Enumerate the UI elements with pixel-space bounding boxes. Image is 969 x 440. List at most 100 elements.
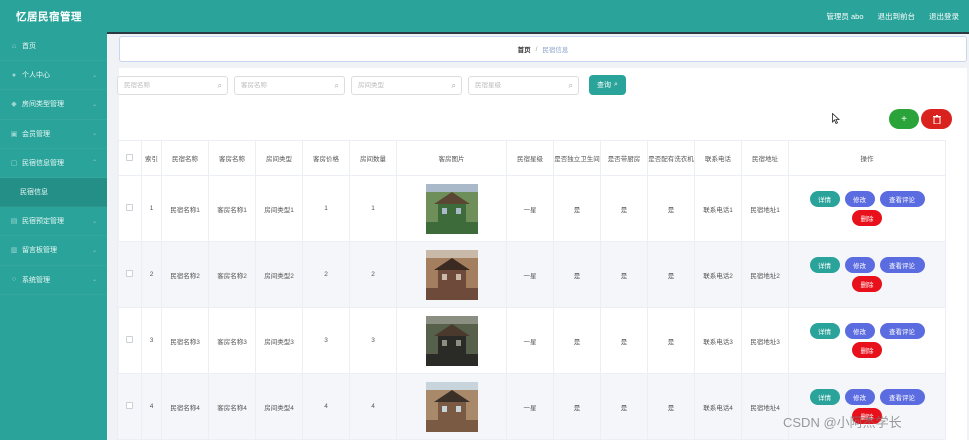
cell-phone: 联系电话4 — [694, 373, 742, 440]
breadcrumb-separator: / — [535, 45, 538, 53]
sidebar: ⌂ 首页 ● 个人中心 ⌄ ◆ 房间类型管理 ⌄ ▣ 会员管理 ⌄ ▢ 民宿信息… — [0, 32, 107, 440]
cell-washer: 是 — [647, 373, 695, 440]
header-select[interactable] — [117, 140, 142, 176]
edit-button[interactable]: 修改 — [844, 389, 875, 405]
cell-price: 1 — [302, 175, 350, 242]
sidebar-item-messages[interactable]: ▥ 留言板管理 ⌄ — [0, 236, 107, 266]
detail-button[interactable]: 详情 — [809, 389, 840, 405]
add-button[interactable]: + — [889, 109, 919, 129]
sidebar-item-label: 个人中心 — [22, 72, 50, 80]
delete-button[interactable]: 删除 — [852, 342, 882, 358]
cell-address: 民宿地址4 — [741, 373, 789, 440]
row-select[interactable] — [117, 241, 142, 308]
edit-button[interactable]: 修改 — [844, 323, 875, 339]
column-header: 客房图片 — [396, 140, 507, 176]
sidebar-item-system[interactable]: ○ 系统管理 ⌄ — [0, 266, 107, 295]
search-input[interactable] — [241, 81, 331, 89]
cell-address: 民宿地址2 — [741, 241, 789, 308]
cell-actions: 详情 修改 查看评论 删除 — [788, 241, 946, 308]
sidebar-item-room-types[interactable]: ◆ 房间类型管理 ⌄ — [0, 90, 107, 120]
sidebar-item-profile[interactable]: ● 个人中心 ⌄ — [0, 61, 107, 91]
row-checkbox[interactable] — [126, 336, 133, 343]
room-photo — [425, 249, 478, 300]
search-field-type[interactable]: ⌕ — [351, 75, 462, 95]
delete-button[interactable]: 删除 — [852, 276, 882, 292]
search-field-name[interactable]: ⌕ — [117, 75, 228, 95]
cell-photo — [396, 373, 507, 440]
detail-button[interactable]: 详情 — [809, 257, 840, 273]
sidebar-item-members[interactable]: ▣ 会员管理 ⌄ — [0, 120, 107, 149]
view-comments-button[interactable]: 查看评论 — [879, 323, 925, 339]
detail-button[interactable]: 详情 — [809, 191, 840, 207]
batch-delete-button[interactable] — [921, 109, 952, 129]
user-icon: ● — [11, 71, 17, 79]
cell-price: 2 — [302, 241, 350, 308]
search-bar: ⌕ ⌕ ⌕ ⌕ 查询 ⌕ — [117, 75, 626, 95]
chevron-down-icon: ⌄ — [91, 218, 97, 225]
back-to-front-link[interactable]: 退出到前台 — [878, 11, 916, 22]
row-select[interactable] — [117, 373, 142, 440]
sidebar-item-homestay-mgmt[interactable]: ▢ 民宿信息管理 ⌃ — [0, 149, 107, 178]
search-input[interactable] — [124, 81, 214, 89]
search-field-room[interactable]: ⌕ — [234, 75, 345, 95]
row-select[interactable] — [117, 307, 142, 374]
search-input[interactable] — [475, 81, 565, 89]
column-header: 民宿星级 — [506, 140, 554, 176]
cell-actions: 详情 修改 查看评论 删除 — [788, 307, 946, 374]
search-input[interactable] — [358, 81, 448, 89]
chevron-down-icon: ⌄ — [91, 131, 97, 138]
search-field-star[interactable]: ⌕ — [468, 75, 579, 95]
message-icon: ▥ — [10, 247, 18, 255]
row-checkbox[interactable] — [126, 270, 133, 277]
row-select[interactable] — [117, 175, 142, 242]
cell-count: 4 — [349, 373, 397, 440]
member-icon: ▣ — [10, 130, 18, 138]
sidebar-item-label: 会员管理 — [22, 130, 50, 138]
watermark: CSDN @小阿杰学长 — [783, 415, 902, 430]
query-label: 查询 — [597, 82, 611, 89]
edit-button[interactable]: 修改 — [844, 257, 875, 273]
column-header: 客房价格 — [302, 140, 350, 176]
breadcrumb-home[interactable]: 首页 — [518, 44, 531, 54]
tag-icon: ◆ — [11, 101, 17, 109]
cell-phone: 联系电话3 — [694, 307, 742, 374]
sidebar-item-home[interactable]: ⌂ 首页 — [0, 32, 107, 62]
table-header-row: 索引 民宿名称 客房名称 房间类型 客房价格 房间数量 客房图片 民宿星级 是否… — [117, 140, 946, 176]
view-comments-button[interactable]: 查看评论 — [879, 257, 925, 273]
search-icon: ⌕ — [614, 81, 618, 88]
cell-bath: 是 — [553, 307, 601, 374]
sidebar-item-label: 房间类型管理 — [22, 101, 64, 109]
cell-actions: 详情 修改 查看评论 删除 — [788, 175, 946, 242]
cell-price: 3 — [302, 307, 350, 374]
row-checkbox[interactable] — [126, 204, 133, 211]
logout-link[interactable]: 退出登录 — [929, 11, 959, 22]
cell-type: 房间类型1 — [255, 175, 303, 242]
select-all-checkbox[interactable] — [126, 153, 133, 161]
sidebar-item-label: 民宿信息管理 — [22, 159, 64, 167]
admin-label: 管理员 abo — [826, 11, 864, 21]
cell-room: 客房名称2 — [208, 241, 256, 308]
chevron-down-icon: ⌄ — [91, 277, 97, 284]
cell-washer: 是 — [647, 241, 695, 308]
sidebar-item-homestay-info[interactable]: 民宿信息 — [0, 177, 107, 208]
view-comments-button[interactable]: 查看评论 — [879, 191, 925, 207]
edit-button[interactable]: 修改 — [844, 191, 875, 207]
chevron-down-icon: ⌄ — [91, 101, 97, 108]
calendar-icon: ▤ — [10, 218, 18, 226]
cell-bath: 是 — [553, 373, 601, 440]
cell-index: 2 — [141, 241, 162, 308]
table-row: 3 民宿名称3 客房名称3 房间类型3 3 3 一星是是是联系电话3 民宿地址3 详情 修改… — [117, 307, 946, 374]
cell-room: 客房名称1 — [208, 175, 256, 242]
view-comments-button[interactable]: 查看评论 — [879, 389, 925, 405]
cell-phone: 联系电话1 — [694, 175, 742, 242]
plus-icon: + — [901, 113, 907, 125]
cell-photo — [396, 175, 507, 242]
detail-button[interactable]: 详情 — [809, 323, 840, 339]
cell-name: 民宿名称1 — [161, 175, 209, 242]
row-checkbox[interactable] — [126, 402, 133, 409]
sidebar-item-bookings[interactable]: ▤ 民宿预定管理 ⌄ — [0, 207, 107, 237]
sidebar-item-label: 系统管理 — [22, 276, 50, 284]
query-button[interactable]: 查询 ⌕ — [589, 75, 626, 95]
delete-button[interactable]: 删除 — [852, 210, 882, 226]
search-icon: ⌕ — [217, 80, 222, 90]
